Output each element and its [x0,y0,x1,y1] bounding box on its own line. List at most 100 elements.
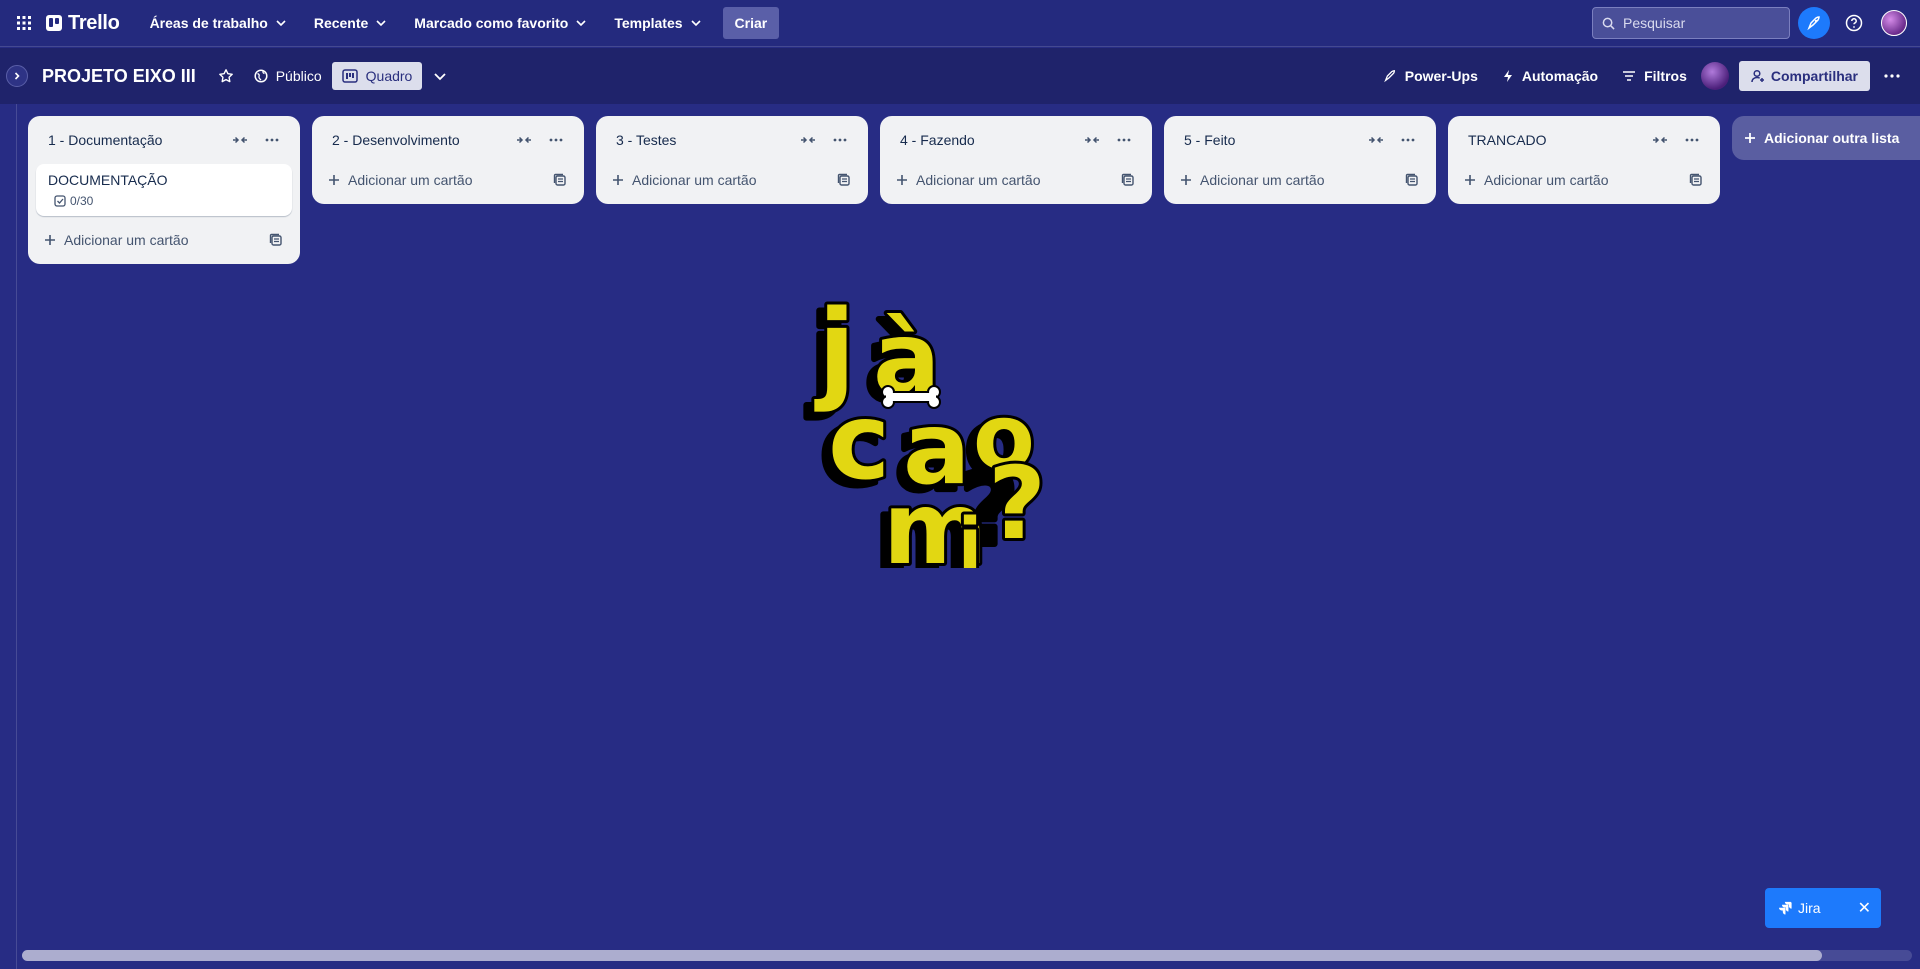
add-card-label: Adicionar um cartão [1200,172,1325,188]
list-menu-icon[interactable] [540,124,572,156]
star-icon [218,69,233,83]
add-list-label: Adicionar outra lista [1764,130,1900,146]
chevron-down-icon [690,20,701,27]
trello-logo[interactable]: Trello [46,12,120,35]
trello-logo-icon [46,15,62,31]
nav-workspaces-label: Áreas de trabalho [149,15,268,31]
list-testes: 3 - Testes Adicionar um cartão [596,116,868,204]
plus-icon [897,175,907,185]
add-card-label: Adicionar um cartão [1484,172,1609,188]
plus-icon [1465,175,1475,185]
board-menu-button[interactable] [1874,68,1910,84]
add-card-row: Adicionar um cartão [1172,164,1428,196]
checklist-badge: 0/30 [48,194,280,208]
create-from-template-icon[interactable] [1684,168,1708,192]
add-card-button[interactable]: Adicionar um cartão [1180,172,1400,188]
svg-text:i: i [958,503,982,568]
chevron-down-icon [276,20,286,27]
visibility-button[interactable]: Público [244,62,332,90]
nav-starred-label: Marcado como favorito [414,15,569,31]
search-input[interactable]: Pesquisar [1592,7,1790,39]
checklist-icon [54,195,66,207]
chevron-down-icon [434,73,446,81]
nav-recent[interactable]: Recente [304,7,398,39]
list-title[interactable]: 1 - Documentação [48,132,224,148]
list-menu-icon[interactable] [1108,124,1140,156]
create-from-template-icon[interactable] [1400,168,1424,192]
plus-icon [1745,133,1755,143]
list-header: 5 - Feito [1172,116,1428,164]
star-board-button[interactable] [208,62,244,90]
nav-templates[interactable]: Templates [604,7,712,39]
svg-text:?: ? [988,445,1046,562]
nav-templates-label: Templates [614,15,683,31]
add-card-button[interactable]: Adicionar um cartão [612,172,832,188]
visibility-label: Público [275,68,322,84]
view-switcher-button[interactable] [422,62,458,90]
help-button[interactable] [1838,7,1870,39]
board-view-button[interactable]: Quadro [331,62,423,90]
list-title[interactable]: TRANCADO [1468,132,1644,148]
top-navigation-bar: Trello Áreas de trabalho Recente Marcado… [0,0,1920,47]
add-card-row: Adicionar um cartão [888,164,1144,196]
avatar [1881,10,1907,36]
account-avatar-button[interactable] [1878,7,1910,39]
apps-grid-icon[interactable] [14,13,34,33]
rocket-icon [1807,16,1820,31]
collapse-list-icon[interactable] [1076,124,1108,156]
collapse-list-icon[interactable] [1644,124,1676,156]
create-button[interactable]: Criar [722,7,780,39]
plus-icon [45,235,55,245]
rocket-button[interactable] [1798,7,1830,39]
list-trancado: TRANCADO Adicionar um cartão [1448,116,1720,204]
list-feito: 5 - Feito Adicionar um cartão [1164,116,1436,204]
collapse-list-icon[interactable] [508,124,540,156]
board-title[interactable]: PROJETO EIXO III [42,66,196,87]
sidebar-expand-button[interactable] [6,65,28,87]
add-card-button[interactable]: Adicionar um cartão [44,232,264,248]
chevron-down-icon [376,20,386,27]
share-label: Compartilhar [1770,68,1858,84]
nav-workspaces[interactable]: Áreas de trabalho [140,7,298,39]
powerups-label: Power-Ups [1404,68,1478,84]
add-card-button[interactable]: Adicionar um cartão [1464,172,1684,188]
automation-button[interactable]: Automação [1492,62,1608,90]
list-menu-icon[interactable] [1392,124,1424,156]
card[interactable]: DOCUMENTAÇÃO 0/30 [36,164,292,216]
list-title[interactable]: 5 - Feito [1184,132,1360,148]
collapse-list-icon[interactable] [1360,124,1392,156]
create-from-template-icon[interactable] [832,168,856,192]
create-from-template-icon[interactable] [1116,168,1140,192]
list-title[interactable]: 2 - Desenvolvimento [332,132,508,148]
board-header: PROJETO EIXO III Público Quadro Power-Up… [0,48,1920,104]
card-title: DOCUMENTAÇÃO [48,172,168,188]
add-card-button[interactable]: Adicionar um cartão [896,172,1116,188]
filters-button[interactable]: Filtros [1612,62,1697,90]
add-list-button[interactable]: Adicionar outra lista [1732,116,1920,160]
collapse-list-icon[interactable] [224,124,256,156]
horizontal-scrollbar-thumb[interactable] [22,950,1822,961]
chevron-right-icon [14,72,20,80]
share-button[interactable]: Compartilhar [1738,61,1870,91]
plus-icon [613,175,623,185]
list-menu-icon[interactable] [256,124,288,156]
list-fazendo: 4 - Fazendo Adicionar um cartão [880,116,1152,204]
list-title[interactable]: 4 - Fazendo [900,132,1076,148]
powerups-button[interactable]: Power-Ups [1373,62,1488,90]
close-icon[interactable]: ✕ [1858,898,1871,918]
collapse-list-icon[interactable] [792,124,824,156]
create-from-template-icon[interactable] [264,228,288,252]
list-title[interactable]: 3 - Testes [616,132,792,148]
list-menu-icon[interactable] [1676,124,1708,156]
board-view-label: Quadro [365,68,413,84]
member-avatar[interactable] [1700,62,1729,90]
create-from-template-icon[interactable] [548,168,572,192]
add-card-button[interactable]: Adicionar um cartão [328,172,548,188]
list-header: TRANCADO [1456,116,1712,164]
list-menu-icon[interactable] [824,124,856,156]
jira-label: Jira [1798,900,1821,916]
logo-text: Trello [68,11,120,34]
nav-starred[interactable]: Marcado como favorito [404,7,598,39]
plus-icon [1181,175,1191,185]
jira-open-button[interactable]: Jira [1779,900,1821,916]
